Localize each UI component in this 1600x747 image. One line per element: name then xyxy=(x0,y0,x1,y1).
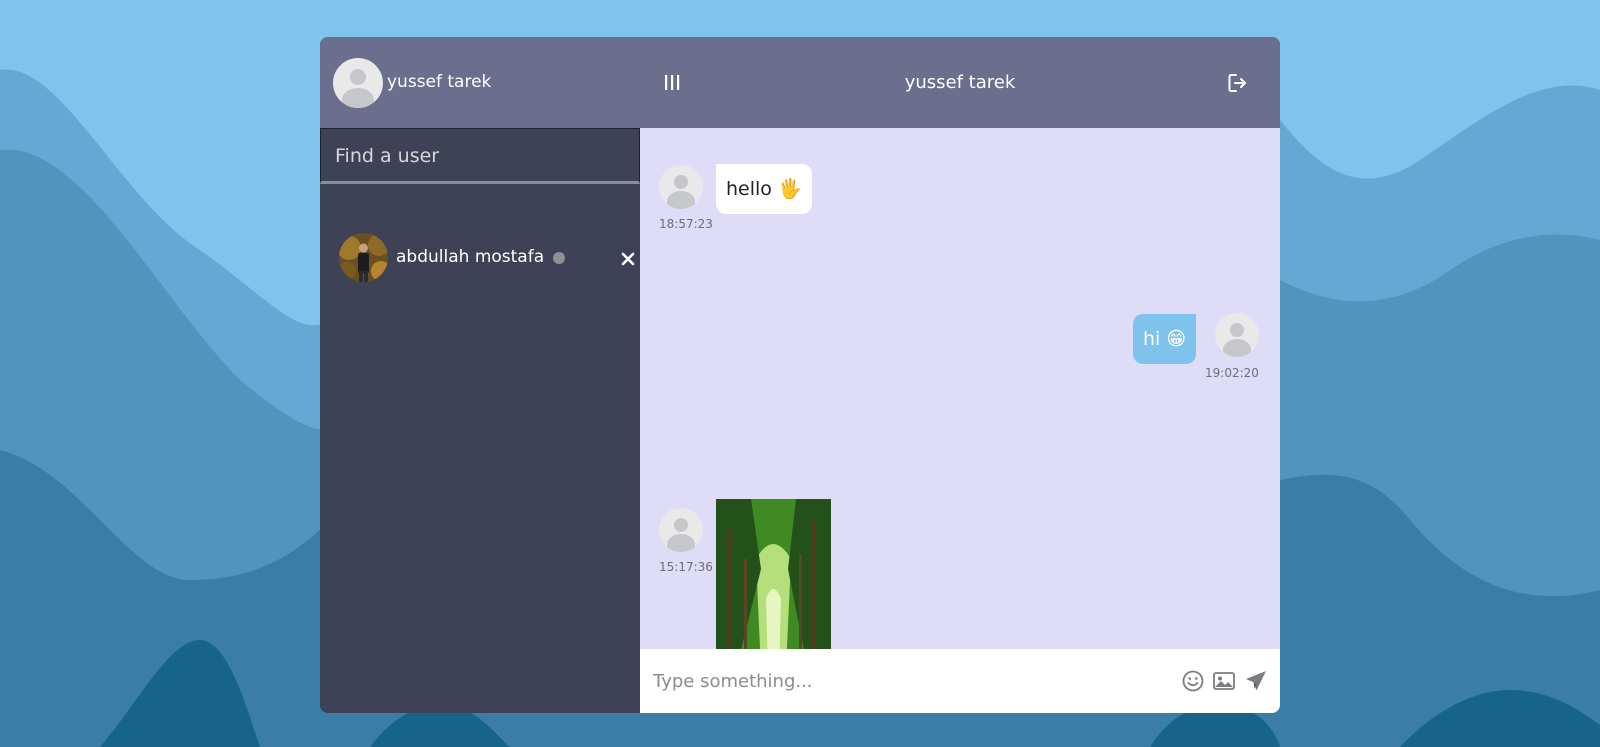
message-time: 15:17:36 xyxy=(659,560,713,574)
contact-item[interactable]: abdullah mostafa xyxy=(320,227,640,287)
contact-avatar xyxy=(339,232,388,282)
sender-avatar xyxy=(659,165,703,209)
logout-icon[interactable] xyxy=(1227,72,1249,94)
chat-header: yussef tarek xyxy=(640,37,1280,128)
chat-app-window: yussef tarek yussef tarek Find a user ab… xyxy=(320,37,1280,713)
current-user-name: yussef tarek xyxy=(387,71,492,92)
send-icon[interactable] xyxy=(1244,669,1268,693)
image-icon[interactable] xyxy=(1212,669,1236,693)
sender-avatar xyxy=(659,508,703,552)
message-time: 18:57:23 xyxy=(659,217,713,231)
find-user-input[interactable]: Find a user xyxy=(320,128,640,184)
message-list: hello 🖐 18:57:23 hi 😁 19:02:20 15:17:36 xyxy=(640,128,1280,670)
close-icon[interactable] xyxy=(621,252,635,266)
own-avatar xyxy=(1215,313,1259,357)
chat-partner-name: yussef tarek xyxy=(904,72,1016,93)
message-time: 19:02:20 xyxy=(1205,366,1259,380)
message-composer xyxy=(640,649,1280,713)
contact-name: abdullah mostafa xyxy=(396,247,545,267)
sidebar-header: yussef tarek xyxy=(320,37,640,128)
message-bubble-own: hi 😁 xyxy=(1133,314,1197,364)
emoji-icon[interactable] xyxy=(1181,669,1205,693)
message-bubble: hello 🖐 xyxy=(716,164,812,214)
message-input[interactable] xyxy=(653,666,1153,696)
image-message[interactable] xyxy=(716,499,831,670)
status-offline-dot xyxy=(553,251,566,264)
current-user-avatar xyxy=(333,57,383,108)
